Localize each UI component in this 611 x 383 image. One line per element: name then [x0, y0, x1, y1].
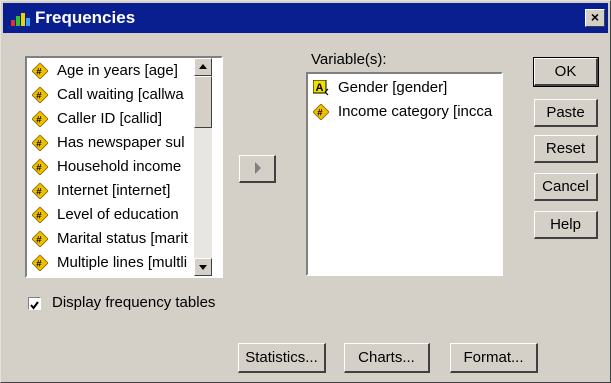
scale-variable-icon: #	[32, 111, 48, 127]
svg-text:#: #	[36, 163, 42, 174]
arrow-down-icon	[199, 265, 207, 270]
list-item-label: Marital status [marit	[57, 230, 188, 247]
scale-variable-icon: #	[32, 255, 48, 271]
reset-button[interactable]: Reset	[534, 135, 598, 163]
svg-text:#: #	[36, 139, 42, 150]
move-variable-button[interactable]	[239, 155, 276, 183]
format-button[interactable]: Format...	[450, 343, 538, 373]
svg-text:#: #	[36, 211, 42, 222]
list-item-label: Multiple lines [multli	[57, 254, 188, 271]
cancel-button[interactable]: Cancel	[534, 173, 598, 201]
svg-text:#: #	[36, 235, 42, 246]
display-tables-label: Display frequency tables	[52, 294, 216, 311]
svg-text:#: #	[317, 108, 323, 119]
list-item-label: Level of education	[57, 206, 179, 223]
help-button[interactable]: Help	[534, 211, 598, 239]
charts-button[interactable]: Charts...	[344, 343, 430, 373]
window-title: Frequencies	[35, 8, 136, 27]
string-variable-icon: A	[313, 80, 329, 96]
list-item-label: Internet [internet]	[57, 182, 171, 199]
list-item-label: Gender [gender]	[338, 79, 448, 96]
svg-text:#: #	[36, 259, 42, 270]
list-item-label: Has newspaper sul	[57, 134, 185, 151]
list-item-label: Caller ID [callid]	[57, 110, 163, 127]
scale-variable-icon: #	[32, 183, 48, 199]
ok-button[interactable]: OK	[533, 57, 599, 87]
frequencies-dialog: Frequencies × # Age in years [age] # Call w…	[0, 0, 611, 383]
svg-text:#: #	[36, 187, 42, 198]
scale-variable-icon: #	[32, 231, 48, 247]
list-item-label: Call waiting [callwa	[57, 86, 184, 103]
checkmark-icon	[30, 301, 39, 310]
svg-text:#: #	[36, 115, 42, 126]
paste-button[interactable]: Paste	[534, 99, 598, 127]
list-item-label: Household income	[57, 158, 182, 175]
svg-text:#: #	[36, 67, 42, 78]
scale-variable-icon: #	[313, 104, 329, 120]
list-item-label: Age in years [age]	[57, 62, 178, 79]
scale-variable-icon: #	[32, 207, 48, 223]
scroll-up-button[interactable]	[194, 58, 212, 76]
source-list-scrollbar[interactable]	[194, 58, 212, 276]
scroll-thumb[interactable]	[194, 76, 212, 128]
display-tables-checkbox[interactable]	[28, 297, 41, 310]
scale-variable-icon: #	[32, 63, 48, 79]
close-button[interactable]: ×	[585, 9, 605, 27]
list-item-label: Income category [incca	[338, 103, 493, 120]
scroll-down-button[interactable]	[194, 258, 212, 276]
scale-variable-icon: #	[32, 135, 48, 151]
close-icon: ×	[590, 9, 600, 25]
svg-text:#: #	[36, 91, 42, 102]
statistics-button[interactable]: Statistics...	[238, 343, 326, 373]
arrow-up-icon	[199, 64, 207, 69]
scale-variable-icon: #	[32, 159, 48, 175]
title-bar: Frequencies ×	[3, 3, 608, 33]
scale-variable-icon: #	[32, 87, 48, 103]
variables-heading: Variable(s):	[311, 51, 387, 68]
svg-text:A: A	[316, 82, 324, 94]
selected-variables-list[interactable]: A Gender [gender] # Income category [incca	[306, 72, 503, 276]
app-icon	[11, 13, 30, 26]
arrow-right-icon	[254, 162, 261, 174]
